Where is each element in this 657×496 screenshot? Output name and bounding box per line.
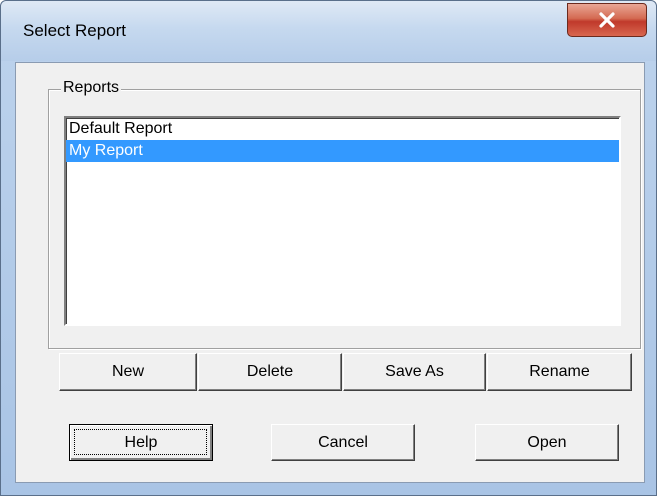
reports-groupbox: Reports Default Report My Report [48, 79, 641, 349]
rename-button[interactable]: Rename [487, 353, 632, 391]
help-button-label: Help [124, 433, 158, 451]
new-button[interactable]: New [59, 353, 197, 391]
list-item-my-report[interactable]: My Report [66, 140, 619, 162]
help-button[interactable]: Help [69, 424, 213, 461]
list-item-default-report[interactable]: Default Report [66, 118, 619, 140]
cancel-button[interactable]: Cancel [271, 424, 415, 461]
dialog-client-area: Reports Default Report My Report New Del… [15, 62, 645, 483]
save-as-button[interactable]: Save As [343, 353, 486, 391]
close-button[interactable] [567, 3, 647, 37]
delete-button[interactable]: Delete [198, 353, 342, 391]
close-icon [599, 12, 615, 28]
title-bar[interactable]: Select Report [1, 1, 656, 61]
reports-group-label: Reports [61, 79, 122, 97]
select-report-window: Select Report Reports Default Report My … [0, 0, 657, 496]
open-button[interactable]: Open [475, 424, 619, 461]
window-title: Select Report [23, 21, 126, 40]
reports-listbox[interactable]: Default Report My Report [64, 116, 621, 326]
